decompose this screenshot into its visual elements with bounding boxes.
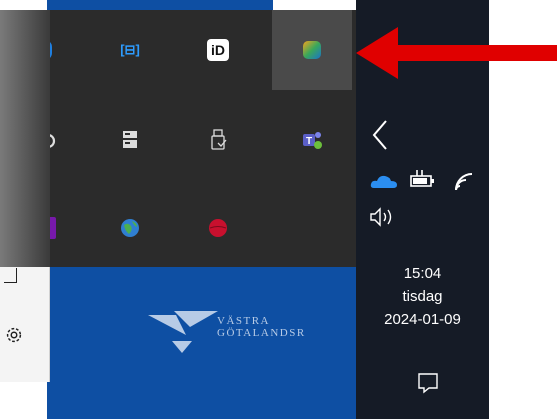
id-app-icon: iD bbox=[207, 39, 229, 61]
logo-line-2: GÖTALANDSR bbox=[217, 327, 306, 339]
wifi-icon[interactable] bbox=[452, 168, 478, 192]
globe-icon bbox=[121, 219, 139, 237]
svg-text:T: T bbox=[306, 136, 312, 147]
taskbar-clock[interactable]: 15:04 tisdag 2024-01-09 bbox=[356, 262, 489, 331]
tray-item-display[interactable]: [⊟] bbox=[90, 10, 170, 90]
tray-overflow-popup: [⊟] iD T bbox=[10, 10, 356, 267]
tray-item-orb-highlighted[interactable] bbox=[272, 10, 352, 90]
display-settings-icon: [⊟] bbox=[120, 42, 140, 57]
region-logo-icon bbox=[148, 311, 218, 353]
app-orb-icon bbox=[303, 41, 321, 59]
tray-item-network-device[interactable] bbox=[90, 100, 170, 180]
window-frame-icon bbox=[4, 268, 17, 283]
background-window bbox=[0, 262, 50, 382]
speaker-icon[interactable] bbox=[369, 206, 399, 228]
tray-item-id[interactable]: iD bbox=[178, 10, 258, 90]
tray-item-usb[interactable] bbox=[178, 100, 258, 180]
red-ball-icon bbox=[209, 219, 227, 237]
usb-drive-icon bbox=[211, 129, 227, 150]
tray-item-red-ball[interactable] bbox=[178, 188, 258, 268]
tray-item-teams[interactable]: T bbox=[272, 100, 352, 180]
red-annotation-arrow bbox=[356, 27, 557, 79]
wallpaper-top-strip bbox=[47, 0, 273, 10]
battery-plug-icon[interactable] bbox=[409, 170, 437, 190]
popup-left-fade bbox=[0, 10, 50, 267]
onedrive-icon[interactable] bbox=[370, 172, 398, 190]
teams-icon: T bbox=[303, 132, 322, 149]
notification-center-icon[interactable] bbox=[417, 372, 439, 394]
gear-icon[interactable] bbox=[3, 324, 25, 346]
network-device-icon bbox=[123, 131, 137, 148]
clock-time: 15:04 bbox=[403, 265, 442, 282]
tray-item-globe[interactable] bbox=[90, 188, 170, 268]
clock-day: tisdag bbox=[402, 288, 443, 305]
logo-line-1: VÄSTRA bbox=[217, 315, 271, 327]
clock-date: 2024-01-09 bbox=[384, 311, 461, 328]
region-logo-text: VÄSTRA GÖTALANDSR bbox=[217, 315, 306, 339]
show-hidden-icons-chevron[interactable] bbox=[368, 118, 392, 152]
